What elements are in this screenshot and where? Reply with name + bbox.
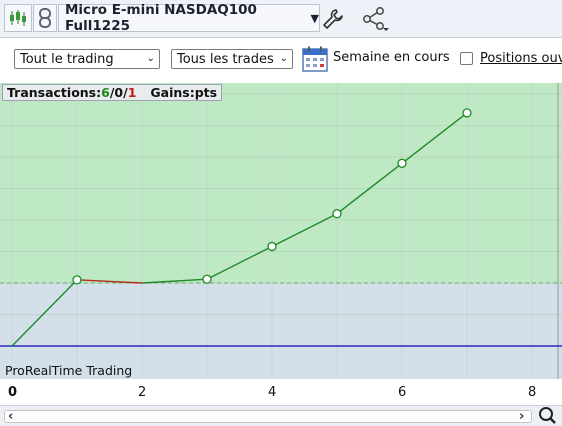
losses-count: 1 [127, 85, 137, 100]
data-point [202, 274, 212, 284]
transactions-summary: Transactions: 6 / 0 / 1 Gains: pts [2, 84, 223, 101]
gains-label: Gains: [150, 85, 195, 100]
trading-select-value: Tout le trading [20, 51, 114, 67]
x-tick-label: 4 [268, 385, 277, 400]
period-label[interactable]: Semaine en cours [333, 50, 450, 65]
calendar-icon[interactable] [302, 46, 328, 72]
x-tick-label: 2 [138, 385, 147, 400]
x-tick-label: 6 [398, 385, 407, 400]
trading-select[interactable]: Tout le trading ⌄ [14, 49, 160, 69]
data-point [332, 209, 342, 219]
data-point [462, 108, 472, 118]
candlestick-icon[interactable] [4, 4, 32, 32]
scroll-left-icon[interactable]: ‹ [8, 409, 13, 424]
chevron-down-icon: ⌄ [146, 53, 155, 64]
share-icon[interactable] [360, 6, 390, 32]
scrollbar-track[interactable] [4, 410, 532, 423]
x-tick-label: 8 [528, 385, 537, 400]
transactions-label: Transactions: [7, 85, 102, 100]
top-toolbar: Micro E-mini NASDAQ100 Full1225 ▼ [0, 0, 562, 38]
positions-label[interactable]: Positions ouv [480, 51, 562, 66]
positions-checkbox[interactable] [460, 52, 473, 65]
wins-count: 6 [101, 85, 110, 100]
data-point [267, 241, 277, 252]
instrument-name: Micro E-mini NASDAQ100 Full1225 [65, 2, 257, 34]
zoom-icon[interactable] [535, 405, 562, 425]
chevron-down-icon: ▼ [310, 11, 319, 25]
trades-select[interactable]: Tous les trades ⌄ [171, 49, 293, 69]
gains-unit: pts [194, 85, 218, 100]
instrument-selector[interactable]: Micro E-mini NASDAQ100 Full1225 ▼ [58, 2, 320, 34]
data-point [397, 158, 407, 168]
data-point [72, 275, 82, 285]
positive-zone [0, 83, 562, 283]
equity-chart[interactable] [0, 83, 562, 379]
wrench-icon[interactable] [322, 8, 344, 30]
watermark: ProRealTime Trading [5, 363, 133, 378]
x-axis [0, 379, 562, 403]
link-icon[interactable] [33, 4, 57, 32]
neutral-count: 0 [114, 85, 124, 100]
x-tick-label: 0 [8, 385, 18, 400]
chevron-down-icon: ⌄ [279, 53, 288, 64]
scroll-right-icon[interactable]: › [519, 409, 524, 424]
trades-select-value: Tous les trades [177, 51, 274, 67]
